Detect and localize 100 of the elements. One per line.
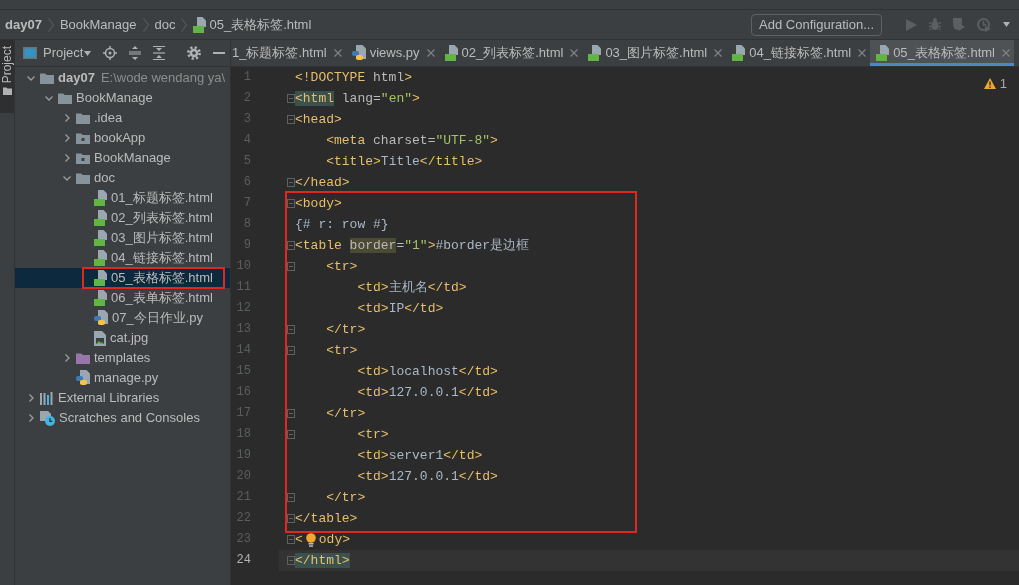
html-file-icon (94, 270, 107, 286)
tree-item[interactable]: BookManage (76, 90, 153, 106)
code-line: <title>Title</title> (326, 153, 483, 170)
tree-item[interactable]: 05_表格标签.html (111, 270, 213, 286)
close-icon[interactable] (426, 49, 435, 57)
chevron-icon[interactable] (63, 174, 71, 182)
lightbulb-icon[interactable] (305, 533, 316, 547)
tree-item[interactable]: External Libraries (58, 390, 160, 406)
close-icon[interactable] (570, 49, 579, 57)
close-icon[interactable] (333, 49, 342, 57)
project-tool-button[interactable]: Project (0, 40, 14, 113)
code-line: </head> (295, 174, 350, 191)
editor-tab[interactable]: views.py (345, 40, 439, 66)
fold-icon[interactable] (287, 115, 295, 124)
fold-icon[interactable] (287, 94, 295, 103)
tree-item[interactable]: cat.jpg (110, 330, 149, 346)
breadcrumb-item[interactable]: day07 (5, 16, 42, 33)
code-line: <td>127.0.0.1</td> (357, 384, 498, 401)
view-selector[interactable]: Project (43, 45, 92, 61)
add-configuration-button[interactable]: Add Configuration... (751, 13, 882, 36)
chevron-icon[interactable] (45, 94, 53, 102)
folder-icon (2, 87, 12, 96)
code-line: {# r: row #} (295, 216, 389, 233)
close-icon[interactable] (714, 49, 723, 57)
fold-icon[interactable] (287, 325, 295, 334)
warning-icon[interactable] (983, 78, 996, 90)
settings-icon[interactable] (187, 46, 202, 60)
html-file-icon (94, 190, 107, 206)
tree-item[interactable]: 01_标题标签.html (111, 190, 213, 206)
code-line: <td>主机名</td> (357, 279, 467, 296)
fold-icon[interactable] (287, 178, 295, 187)
caret-icon[interactable] (1003, 22, 1010, 27)
code-line: </table> (295, 510, 358, 527)
close-icon[interactable] (1002, 49, 1010, 57)
tree-item[interactable]: bookApp (94, 130, 146, 146)
close-icon[interactable] (858, 49, 867, 57)
fold-icon[interactable] (287, 346, 295, 355)
folder-icon (76, 352, 90, 364)
tree-item[interactable]: .idea (94, 110, 123, 126)
folder-icon (76, 132, 90, 144)
fold-icon[interactable] (287, 241, 295, 250)
code-line: <td>server1</td> (357, 447, 483, 464)
html-file-icon (94, 290, 107, 306)
chevron-icon[interactable] (63, 354, 71, 362)
tree-item[interactable]: doc (94, 170, 115, 186)
chevron-icon[interactable] (27, 414, 35, 422)
code-line: <meta charset="UTF-8"> (326, 132, 498, 149)
breadcrumb-item[interactable]: 05_表格标签.html (209, 16, 312, 33)
fold-icon[interactable] (287, 409, 295, 418)
chevron-icon[interactable] (27, 394, 35, 402)
file-clock-icon (40, 410, 55, 426)
tree-item[interactable]: BookManage (94, 150, 171, 166)
code-line: <tr> (326, 342, 358, 359)
chevron-icon[interactable] (63, 114, 71, 122)
code-line: <table border="1">#border是边框 (295, 237, 530, 254)
editor-tab[interactable]: 04_链接标签.html (726, 40, 871, 66)
code-line: </tr> (326, 321, 366, 338)
html-file-icon (94, 210, 107, 226)
editor-tab[interactable]: 02_列表标签.html (438, 40, 583, 66)
breadcrumb-item[interactable]: BookManage (59, 16, 137, 33)
tree-item[interactable]: 04_链接标签.html (111, 250, 213, 266)
tree-item[interactable]: 06_表单标签.html (111, 290, 213, 306)
tree-item[interactable]: day07 (58, 70, 95, 86)
tree-item[interactable]: Scratches and Consoles (59, 410, 200, 426)
fold-icon[interactable] (287, 199, 295, 208)
path-hint: E:\wode wendang ya\ (100, 70, 226, 86)
folder-icon (76, 112, 90, 124)
chevron-icon[interactable] (63, 134, 71, 142)
minimize-icon[interactable] (213, 52, 226, 54)
html-file-icon (94, 250, 107, 266)
fold-icon[interactable] (287, 556, 295, 565)
code-line: <tr> (357, 426, 389, 443)
code-line: <head> (295, 111, 342, 128)
expand-icon[interactable] (129, 46, 142, 60)
collapse-icon[interactable] (153, 46, 166, 60)
bars-icon (40, 391, 54, 405)
editor-tab[interactable]: 05_表格标签.html (870, 40, 1014, 66)
caret-icon (84, 50, 92, 56)
tree-item[interactable]: 02_列表标签.html (111, 210, 213, 226)
chevron-icon[interactable] (63, 154, 71, 162)
tree-item[interactable]: manage.py (94, 370, 159, 386)
code-line: <!DOCTYPE html> (295, 69, 413, 86)
editor-tab[interactable]: 1_标题标签.html (231, 40, 346, 66)
fold-icon[interactable] (287, 430, 295, 439)
crosshair-icon[interactable] (103, 46, 118, 60)
tree-item[interactable]: templates (94, 350, 151, 366)
tree-item[interactable]: 07_今日作业.py (112, 310, 204, 326)
tree-item[interactable]: 03_图片标签.html (111, 230, 213, 246)
chevron-icon[interactable] (27, 74, 35, 82)
fold-icon[interactable] (287, 262, 295, 271)
code-line: <body> (295, 195, 342, 212)
code-line: ody> (318, 531, 351, 548)
line-number: 24 (235, 552, 252, 569)
folder-icon (76, 172, 90, 184)
fold-icon[interactable] (287, 493, 295, 502)
fold-icon[interactable] (287, 535, 295, 544)
problem-count[interactable]: 1 (999, 76, 1007, 92)
breadcrumb-item[interactable]: doc (154, 16, 176, 33)
fold-icon[interactable] (287, 514, 295, 523)
editor-tab[interactable]: 03_图片标签.html (582, 40, 727, 66)
